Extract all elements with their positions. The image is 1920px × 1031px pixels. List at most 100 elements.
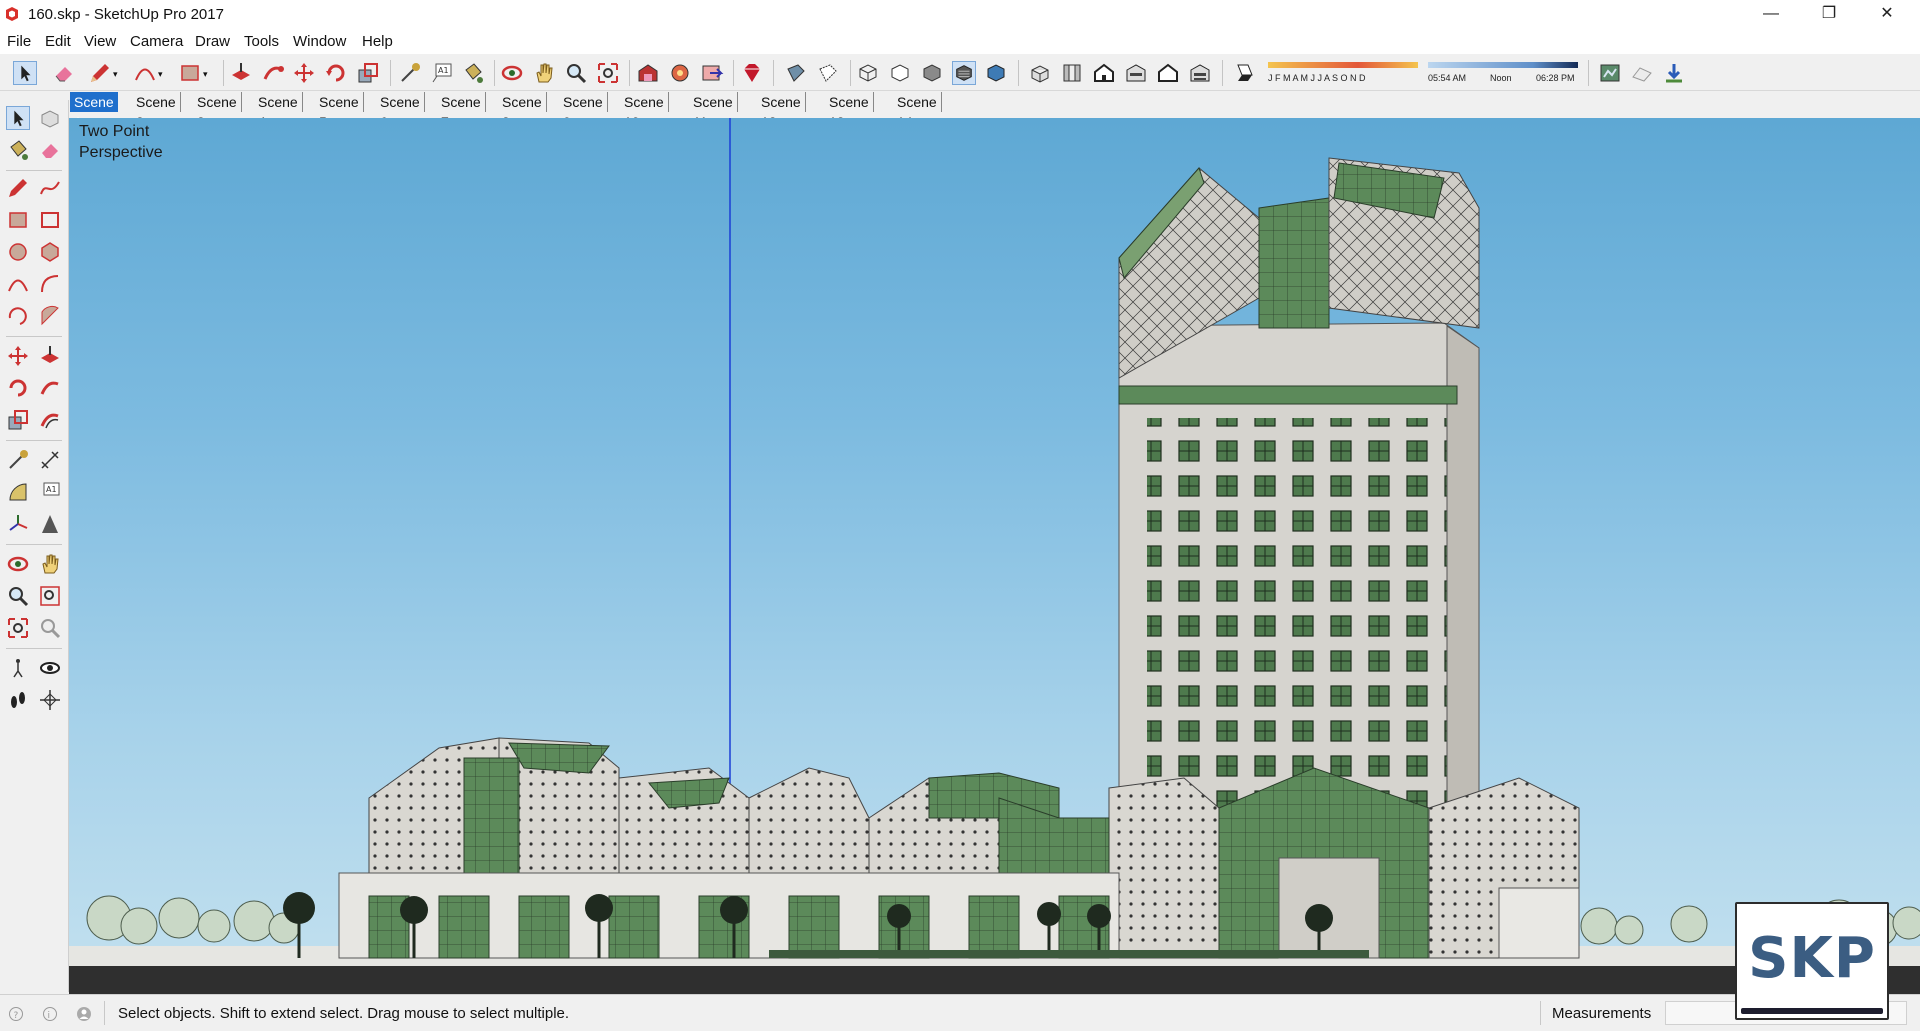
walk-icon[interactable] [6, 688, 30, 712]
scene-tab-3[interactable]: Scene 3 [193, 92, 242, 130]
scene-tab-11[interactable]: Scene 11 [689, 92, 738, 130]
front-view-icon[interactable] [1092, 61, 1116, 85]
shadow-time-slider[interactable]: 05:54 AM Noon 06:28 PM [1428, 62, 1578, 86]
arc-icon[interactable] [6, 272, 30, 296]
shaded-style-icon[interactable] [920, 61, 944, 85]
menu-file[interactable]: File [7, 33, 31, 50]
zoom-icon[interactable] [6, 584, 30, 608]
move-icon[interactable] [6, 344, 30, 368]
axes-icon[interactable] [6, 512, 30, 536]
tape-measure-icon[interactable] [398, 61, 422, 85]
add-location-icon[interactable] [1598, 61, 1622, 85]
previous-view-icon[interactable] [38, 616, 62, 640]
polygon-icon[interactable] [38, 240, 62, 264]
look-around-icon[interactable] [38, 656, 62, 680]
select-tool-icon[interactable] [6, 106, 30, 130]
scene-tab-2[interactable]: Scene 2 [132, 92, 181, 130]
shape-dropdown-icon[interactable]: ▾ [203, 69, 211, 93]
push-pull-icon[interactable] [229, 61, 253, 85]
follow-me-icon[interactable] [261, 61, 285, 85]
position-camera-icon[interactable] [6, 656, 30, 680]
3d-warehouse-icon[interactable] [636, 61, 660, 85]
line-dropdown-icon[interactable]: ▾ [113, 69, 121, 93]
shaded-textures-style-icon[interactable] [952, 61, 976, 85]
wireframe-style-icon[interactable] [856, 61, 880, 85]
minimize-button[interactable]: — [1742, 0, 1800, 30]
section-plane-icon[interactable] [38, 688, 62, 712]
scene-tab-6[interactable]: Scene 6 [376, 92, 425, 130]
scene-tab-10[interactable]: Scene 10 [620, 92, 669, 130]
xray-style-icon[interactable] [784, 61, 808, 85]
shadow-month-slider[interactable]: J F M A M J J A S O N D [1268, 62, 1418, 86]
text-tool-icon[interactable]: A1 [430, 61, 454, 85]
hidden-line-style-icon[interactable] [888, 61, 912, 85]
scene-tab-5[interactable]: Scene 5 [315, 92, 364, 130]
monochrome-style-icon[interactable] [984, 61, 1008, 85]
tape-measure-icon[interactable] [6, 448, 30, 472]
rectangle-icon[interactable] [6, 208, 30, 232]
paint-bucket-icon[interactable] [6, 138, 30, 162]
rectangle-icon[interactable] [178, 61, 202, 85]
arc-dropdown-icon[interactable]: ▾ [158, 69, 166, 93]
offset-icon[interactable] [38, 408, 62, 432]
arc-icon[interactable] [133, 61, 157, 85]
3d-text-icon[interactable] [38, 512, 62, 536]
zoom-extents-icon[interactable] [6, 616, 30, 640]
scale-icon[interactable] [356, 61, 380, 85]
pencil-line-icon[interactable] [88, 61, 112, 85]
protractor-icon[interactable] [6, 480, 30, 504]
pan-hand-icon[interactable] [532, 61, 556, 85]
two-point-arc-icon[interactable] [38, 272, 62, 296]
back-edges-style-icon[interactable] [816, 61, 840, 85]
close-button[interactable]: ✕ [1858, 0, 1916, 30]
push-pull-icon[interactable] [38, 344, 62, 368]
rotated-rectangle-icon[interactable] [38, 208, 62, 232]
eraser-icon[interactable] [38, 138, 62, 162]
orbit-icon[interactable] [500, 61, 524, 85]
move-icon[interactable] [292, 61, 316, 85]
top-view-icon[interactable] [1060, 61, 1084, 85]
menu-help[interactable]: Help [362, 33, 393, 50]
right-view-icon[interactable] [1124, 61, 1148, 85]
user-account-icon[interactable] [76, 1006, 92, 1022]
toggle-terrain-icon[interactable] [1630, 61, 1654, 85]
menu-edit[interactable]: Edit [45, 33, 71, 50]
three-point-arc-icon[interactable] [6, 304, 30, 328]
dimension-icon[interactable] [38, 448, 62, 472]
menu-tools[interactable]: Tools [244, 33, 279, 50]
text-tool-icon[interactable]: A1 [38, 480, 62, 504]
pie-icon[interactable] [38, 304, 62, 328]
menu-camera[interactable]: Camera [130, 33, 183, 50]
iso-view-icon[interactable] [1028, 61, 1052, 85]
pencil-line-icon[interactable] [6, 176, 30, 200]
scene-tab-9[interactable]: Scene 9 [559, 92, 608, 130]
scene-tab-4[interactable]: Scene 4 [254, 92, 303, 130]
scene-tab-1[interactable]: Scene 1 [70, 92, 118, 130]
ruby-console-icon[interactable] [740, 61, 764, 85]
geo-location-icon[interactable]: ? [8, 1006, 24, 1022]
make-component-icon[interactable] [38, 106, 62, 130]
restore-button[interactable]: ❐ [1800, 0, 1858, 30]
follow-me-icon[interactable] [38, 376, 62, 400]
zoom-extents-icon[interactable] [596, 61, 620, 85]
scene-tab-8[interactable]: Scene 8 [498, 92, 547, 130]
menu-view[interactable]: View [84, 33, 116, 50]
model-viewport[interactable]: Two Point Perspective [69, 118, 1920, 994]
pan-hand-icon[interactable] [38, 552, 62, 576]
photo-textures-icon[interactable] [1662, 61, 1686, 85]
shadows-toggle-icon[interactable] [1232, 61, 1256, 85]
orbit-icon[interactable] [6, 552, 30, 576]
zoom-icon[interactable] [564, 61, 588, 85]
select-tool-icon[interactable] [13, 61, 37, 85]
zoom-window-icon[interactable] [38, 584, 62, 608]
paint-bucket-icon[interactable] [461, 61, 485, 85]
scale-icon[interactable] [6, 408, 30, 432]
scene-tab-13[interactable]: Scene 13 [825, 92, 874, 130]
credits-icon[interactable]: i [42, 1006, 58, 1022]
extension-warehouse-icon[interactable] [668, 61, 692, 85]
scene-tab-14[interactable]: Scene 14 [893, 92, 942, 130]
rotate-icon[interactable] [324, 61, 348, 85]
eraser-icon[interactable] [52, 61, 76, 85]
circle-icon[interactable] [6, 240, 30, 264]
left-view-icon[interactable] [1188, 61, 1212, 85]
